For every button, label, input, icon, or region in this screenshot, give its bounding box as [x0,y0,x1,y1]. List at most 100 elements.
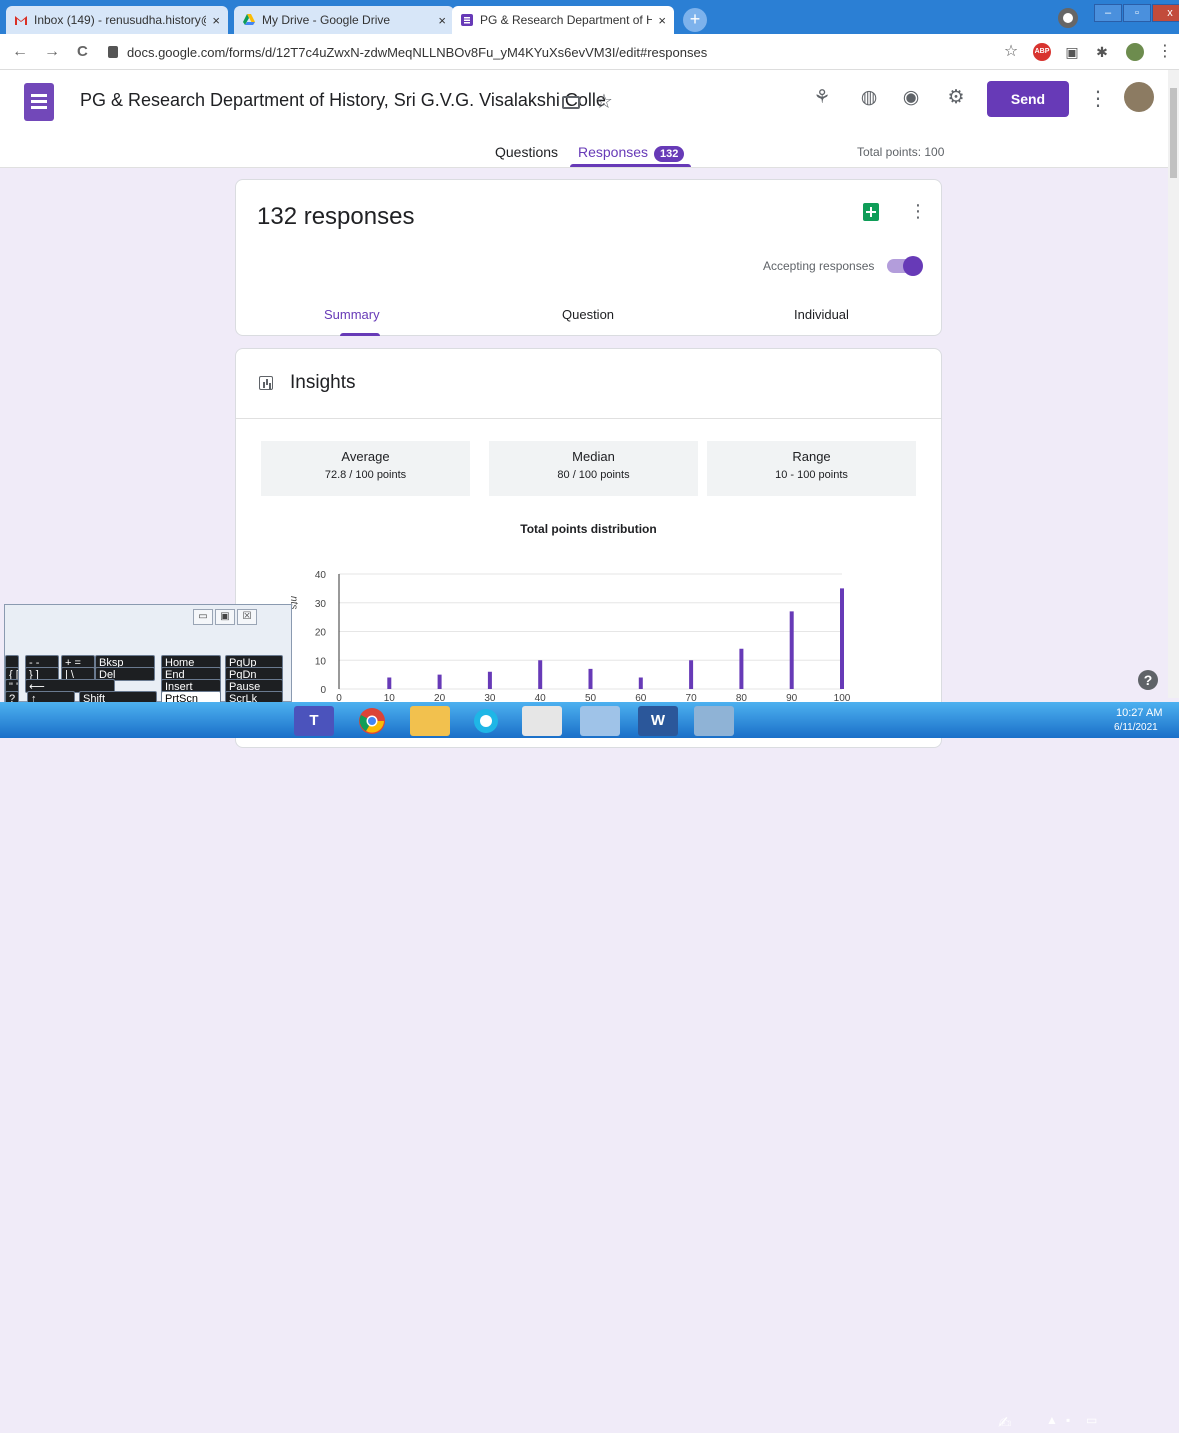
stat-label: Median [572,449,615,464]
tab-google-forms[interactable]: PG & Research Department of H × [452,6,674,34]
chrome-icon[interactable] [352,706,392,736]
chrome-menu-icon[interactable]: ⋮ [1156,43,1174,61]
insights-chart-icon [259,376,273,390]
adblock-icon[interactable]: ABP [1033,43,1051,61]
subtab-question[interactable]: Question [562,307,614,322]
points-distribution-chart: 0102030400 10 20 30 40 50 60 70 80 90 100nts [288,570,851,704]
control-panel-icon[interactable] [580,706,620,736]
subtab-individual[interactable]: Individual [794,307,849,322]
chrome-profile-icon[interactable] [1058,8,1078,28]
y-tick-label: 20 [315,628,327,639]
maximize-icon[interactable]: ▫ [1123,4,1151,22]
clock-time[interactable]: 10:27 AM [1116,707,1162,719]
keyboard-window-button[interactable]: ▭ [193,609,213,625]
teams-icon[interactable]: T [294,706,334,736]
chart-bar [789,611,794,689]
word-icon[interactable]: W [638,706,678,736]
stat-label: Range [792,449,831,464]
chart-title: Total points distribution [520,522,657,536]
stat-average: Average 72.8 / 100 points [261,441,470,496]
send-button[interactable]: Send [987,81,1069,117]
network-icon[interactable]: ▪ [1066,1413,1070,1427]
responses-count-badge: 132 [654,146,685,162]
chart-bar [538,660,543,689]
tab-gmail[interactable]: Inbox (149) - renusudha.history@ × [6,6,228,34]
tab-google-drive[interactable]: My Drive - Google Drive × [234,6,454,34]
tab-responses[interactable]: Responses 132 [578,144,685,162]
browser-toolbar: ← → C docs.google.com/forms/d/12T7c4uZwx… [0,34,1179,70]
forms-logo-icon[interactable] [24,83,54,121]
presentation-icon[interactable] [522,706,562,736]
show-hidden-icons-icon[interactable]: ▲ [1046,1413,1058,1427]
more-options-icon[interactable]: ⋮ [909,201,927,222]
close-window-icon[interactable]: x [1152,4,1179,22]
chart-bar [840,588,844,689]
browser-icon[interactable] [466,706,506,736]
star-icon[interactable]: ☆ [595,89,613,114]
y-tick-label: 10 [315,656,327,667]
file-explorer-icon[interactable] [410,706,450,736]
close-tab-icon[interactable]: × [212,13,220,28]
stat-value: 80 / 100 points [557,469,630,481]
accepting-responses-label: Accepting responses [763,259,875,273]
on-screen-keyboard: ▭ ▣ ☒ - - + = Bksp Home PgUp{ [} ] | \ Del End PgD… [4,604,292,705]
form-title[interactable]: PG & Research Department of History, Sri… [80,90,606,111]
forward-icon[interactable]: → [44,43,60,61]
windows-taskbar: T W ✍ ▲ ▪ ▭ [0,702,1179,1432]
chart-bar [739,648,744,689]
avatar[interactable] [1124,82,1154,112]
insights-card: Insights Average 72.8 / 100 points Media… [235,348,942,748]
stat-median: Median 80 / 100 points [489,441,698,496]
drive-icon [243,14,255,25]
accepting-responses-toggle[interactable] [887,256,923,276]
forms-header: PG & Research Department of History, Sri… [0,70,1168,168]
url-text: docs.google.com/forms/d/12T7c4uZwxN-zdwM… [127,44,708,60]
page-scrollbar[interactable] [1168,70,1179,698]
chart-bar [487,671,492,689]
help-icon[interactable]: ? [1138,670,1158,690]
settings-gear-icon[interactable]: ⚙ [944,86,968,110]
keyboard-icon[interactable] [694,706,734,736]
tab-label: Inbox (149) - renusudha.history@ [34,13,207,27]
reload-icon[interactable]: C [77,43,88,60]
puzzle-icon[interactable]: ✱ [1093,43,1111,61]
tab-questions[interactable]: Questions [495,144,558,160]
bookmark-star-icon[interactable]: ☆ [1002,43,1020,61]
responses-summary-card: 132 responses ⋮ Accepting responses Summ… [235,179,942,336]
new-tab-button[interactable]: + [683,8,707,32]
stat-value: 72.8 / 100 points [324,469,407,481]
action-center-icon[interactable]: ▭ [1086,1413,1097,1427]
clock-date[interactable]: 6/11/2021 [1114,722,1158,733]
scrollbar-thumb[interactable] [1170,88,1177,178]
browser-tab-strip: Inbox (149) - renusudha.history@ × My Dr… [0,0,1179,34]
keyboard-window-button[interactable]: ▣ [215,609,235,625]
subtab-summary[interactable]: Summary [324,307,380,322]
back-icon[interactable]: ← [12,43,28,61]
lock-icon [108,46,118,58]
y-tick-label: 40 [315,570,327,581]
more-options-icon[interactable]: ⋮ [1088,86,1108,111]
chart-bar [437,674,442,689]
divider [236,418,941,419]
close-tab-icon[interactable]: × [658,13,666,28]
chart-bar [689,660,694,689]
close-tab-icon[interactable]: × [438,13,446,28]
chart-bar [387,677,392,689]
palette-icon[interactable]: ◍ [857,86,881,110]
response-count: 132 responses [257,203,415,230]
address-bar[interactable]: docs.google.com/forms/d/12T7c4uZwxN-zdwM… [108,40,988,64]
tab-label: PG & Research Department of H [480,13,653,27]
extension-icon[interactable]: ▣ [1063,43,1081,61]
tab-responses-label: Responses [578,144,649,160]
sheets-icon[interactable] [863,203,879,221]
folder-icon[interactable] [562,96,580,109]
addon-puzzle-icon[interactable]: ⚘ [810,86,834,110]
chart-bar [638,677,643,689]
gmail-icon [15,16,27,25]
keyboard-window-button[interactable]: ☒ [237,609,257,625]
avatar[interactable] [1126,43,1144,61]
pen-icon[interactable]: ✍ [998,1413,1011,1433]
preview-eye-icon[interactable]: ◉ [899,86,923,110]
y-tick-label: 30 [315,599,327,610]
minimize-icon[interactable]: – [1094,4,1122,22]
